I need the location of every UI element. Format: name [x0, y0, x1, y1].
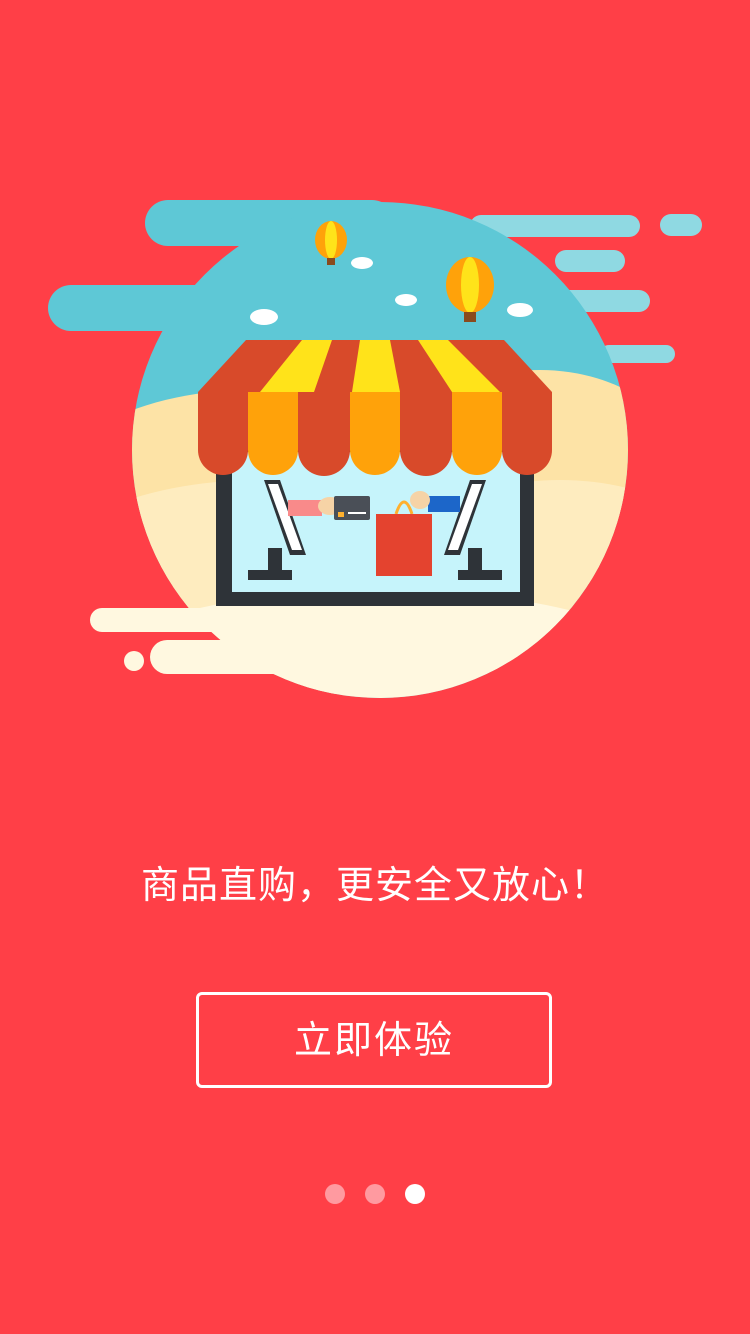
- page-dot-active[interactable]: [405, 1184, 425, 1204]
- page-dot[interactable]: [325, 1184, 345, 1204]
- awning: [198, 340, 552, 476]
- storefront: [198, 340, 552, 606]
- onboarding-screen: 商品直购，更安全又放心！ 立即体验: [0, 0, 750, 1334]
- page-indicator: [0, 1184, 750, 1204]
- onboarding-tagline: 商品直购，更安全又放心！: [140, 863, 609, 907]
- page-dot[interactable]: [365, 1184, 385, 1204]
- credit-card-icon: [334, 496, 370, 520]
- ground-cloud: [90, 608, 310, 674]
- start-experience-button[interactable]: 立即体验: [196, 992, 552, 1088]
- storefront-illustration: [48, 200, 702, 698]
